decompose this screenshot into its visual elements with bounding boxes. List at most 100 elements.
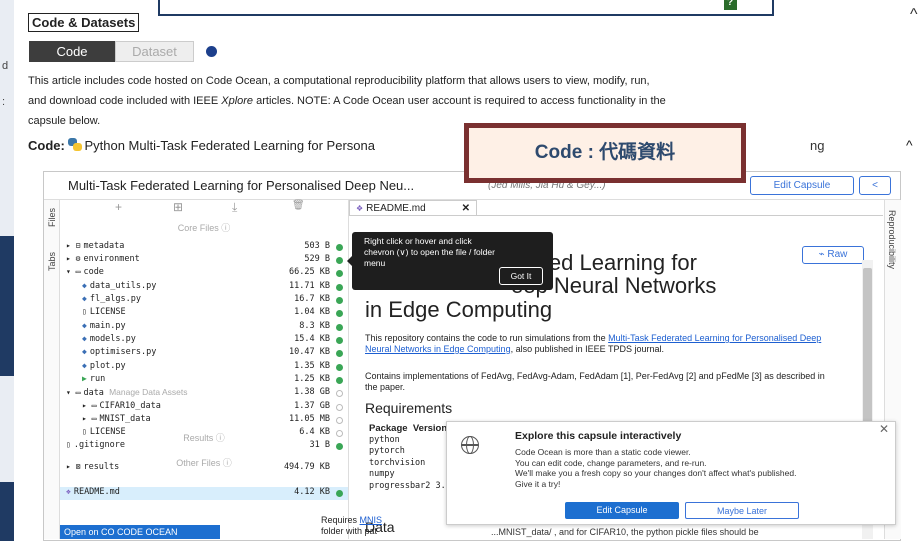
file-row[interactable]: ◆ plot.py 1.35 KB (60, 361, 348, 374)
file-name: data (83, 388, 104, 398)
file-status-icon (336, 377, 343, 384)
file-size: 1.38 GB (294, 387, 330, 397)
requirements-heading: Requirements (365, 400, 453, 416)
table-row: python (369, 434, 400, 445)
code-name: Python Multi-Task Federated Learning for… (84, 138, 375, 153)
top-banner: ? (158, 0, 774, 16)
python-file-icon: ◆ (82, 347, 87, 356)
folder-icon: ▾ ▭ (66, 388, 81, 397)
file-size: 529 B (304, 254, 330, 264)
file-name: plot.py (89, 361, 126, 371)
folder-icon: ▸ ▭ (82, 401, 97, 410)
file-size: 66.25 KB (289, 267, 330, 277)
file-name: data_utils.py (89, 281, 157, 291)
file-status-icon (336, 310, 343, 317)
code-title-row[interactable]: Code: Python Multi-Task Federated Learni… (28, 138, 824, 153)
new-folder-icon[interactable]: ⊞ (173, 200, 183, 214)
intro-line: and download code included with IEEE Xpl… (28, 95, 666, 107)
table-row: numpy (369, 469, 395, 479)
help-icon[interactable] (206, 46, 217, 57)
delete-icon[interactable]: 🗑 (292, 200, 305, 211)
file-name: optimisers.py (89, 347, 157, 357)
tooltip-arrow (347, 256, 352, 266)
data-paragraph: Requires MNIS folder with pat (321, 515, 383, 536)
collapse-chevron-icon[interactable]: ^ (910, 6, 918, 24)
left-rail: Files Tabs (44, 200, 60, 539)
file-row[interactable]: ▶ run 1.25 KB (60, 374, 348, 387)
edit-capsule-button[interactable]: Edit Capsule (750, 176, 854, 195)
file-status-icon (336, 284, 343, 291)
file-size: 503 B (304, 241, 330, 251)
file-size: 1.04 KB (294, 307, 330, 317)
python-logo-icon (68, 138, 83, 151)
left-nav-bar (0, 482, 14, 541)
readme-scrollbar-thumb[interactable] (863, 268, 872, 433)
file-row[interactable]: ▾ ▭ data Manage Data Assets 1.38 GB (60, 387, 348, 400)
intro-line: This article includes code hosted on Cod… (28, 75, 650, 87)
files-toolbar: + ⊞ ⤓ 🗑 (60, 200, 348, 218)
results-label: Results ⓘ (183, 433, 225, 443)
rail-tab-tabs[interactable]: Tabs (47, 252, 57, 271)
file-status-icon (336, 257, 343, 264)
share-button[interactable]: < (859, 176, 891, 195)
file-row[interactable]: ◆ main.py 8.3 KB (60, 321, 348, 334)
file-status-icon (336, 404, 343, 411)
table-row: progressbar2 3. (369, 480, 446, 491)
file-size: 15.4 KB (294, 334, 330, 344)
readme-paragraph: Contains implementations of FedAvg, FedA… (365, 371, 825, 392)
readme-paragraph: This repository contains the code to run… (365, 333, 822, 354)
raw-button[interactable]: ⌁ Raw (802, 246, 864, 264)
close-popup-icon[interactable]: ✕ (879, 422, 889, 436)
file-size: 1.25 KB (294, 374, 330, 384)
folder-icon: ▸ ⊟ (66, 241, 81, 250)
onboarding-tooltip: Right click or hover and click chevron (… (347, 232, 553, 290)
got-it-button[interactable]: Got It (499, 267, 543, 285)
data-paragraph-continued: ...MNIST_data/ , and for CIFAR10, the py… (491, 527, 759, 537)
file-status-icon (336, 337, 343, 344)
file-row[interactable]: ▸ ▭ MNIST_data 11.05 MB (60, 414, 348, 427)
file-status-icon (336, 350, 343, 357)
file-row[interactable]: ◆ data_utils.py 11.71 KB (60, 281, 348, 294)
tab-readme[interactable]: ❖ README.md ✕ (349, 200, 477, 215)
folder-icon: ▸ ⚙ (66, 254, 81, 263)
file-name: MNIST_data (99, 414, 151, 424)
banner-badge-icon: ? (724, 0, 737, 10)
maybe-later-button[interactable]: Maybe Later (685, 502, 799, 519)
left-text-fragment: d (2, 60, 9, 72)
code-collapse-chevron-icon[interactable]: ^ (906, 137, 913, 153)
explore-capsule-popup: Explore this capsule interactively Code … (446, 421, 896, 525)
file-size: 4.12 KB (294, 487, 330, 497)
popup-body: Code Ocean is more than a static code vi… (515, 447, 797, 489)
download-icon[interactable]: ⤓ (232, 200, 237, 215)
add-file-icon[interactable]: + (115, 200, 122, 214)
file-row-selected[interactable]: ❖ README.md 4.12 KB (60, 487, 348, 500)
table-row: pytorch (369, 446, 405, 456)
popup-edit-capsule-button[interactable]: Edit Capsule (565, 502, 679, 519)
file-row[interactable]: ▸ ⊟ metadata 503 B (60, 241, 348, 254)
file-size: 10.47 KB (289, 347, 330, 357)
open-on-code-ocean-button[interactable]: Open on CO CODE OCEAN (60, 525, 220, 539)
tab-dataset[interactable]: Dataset (115, 41, 194, 62)
file-status-icon (336, 364, 343, 371)
rail-tab-reproducibility[interactable]: Reproducibility (887, 210, 897, 269)
file-row[interactable]: ◆ optimisers.py 10.47 KB (60, 347, 348, 360)
file-row[interactable]: ◆ models.py 15.4 KB (60, 334, 348, 347)
file-status-icon (336, 297, 343, 304)
file-row[interactable]: ▸ ▭ CIFAR10_data 1.37 GB (60, 401, 348, 414)
rail-tab-files[interactable]: Files (47, 208, 57, 227)
other-files-label: Other Files ⓘ (176, 458, 232, 468)
file-size: 11.71 KB (289, 281, 330, 291)
tab-code[interactable]: Code (29, 41, 115, 62)
python-file-icon: ◆ (82, 281, 87, 290)
file-row[interactable]: ▯ LICENSE 1.04 KB (60, 307, 348, 320)
file-row[interactable]: ▸ ⚙ environment 529 B (60, 254, 348, 267)
requirements-table: Package Version python pytorch torchvisi… (369, 423, 447, 492)
file-row[interactable]: ◆ fl_algs.py 16.7 KB (60, 294, 348, 307)
file-row[interactable]: ▾ ▭ code 66.25 KB (60, 267, 348, 280)
close-tab-icon[interactable]: ✕ (462, 201, 470, 216)
code-dataset-toggle: Code Dataset (29, 41, 194, 62)
manage-data-assets-link[interactable]: Manage Data Assets (109, 387, 187, 397)
page-left-edge: d : (0, 0, 14, 541)
left-text-fragment: : (2, 96, 6, 108)
mnist-link[interactable]: MNIS (360, 515, 383, 525)
